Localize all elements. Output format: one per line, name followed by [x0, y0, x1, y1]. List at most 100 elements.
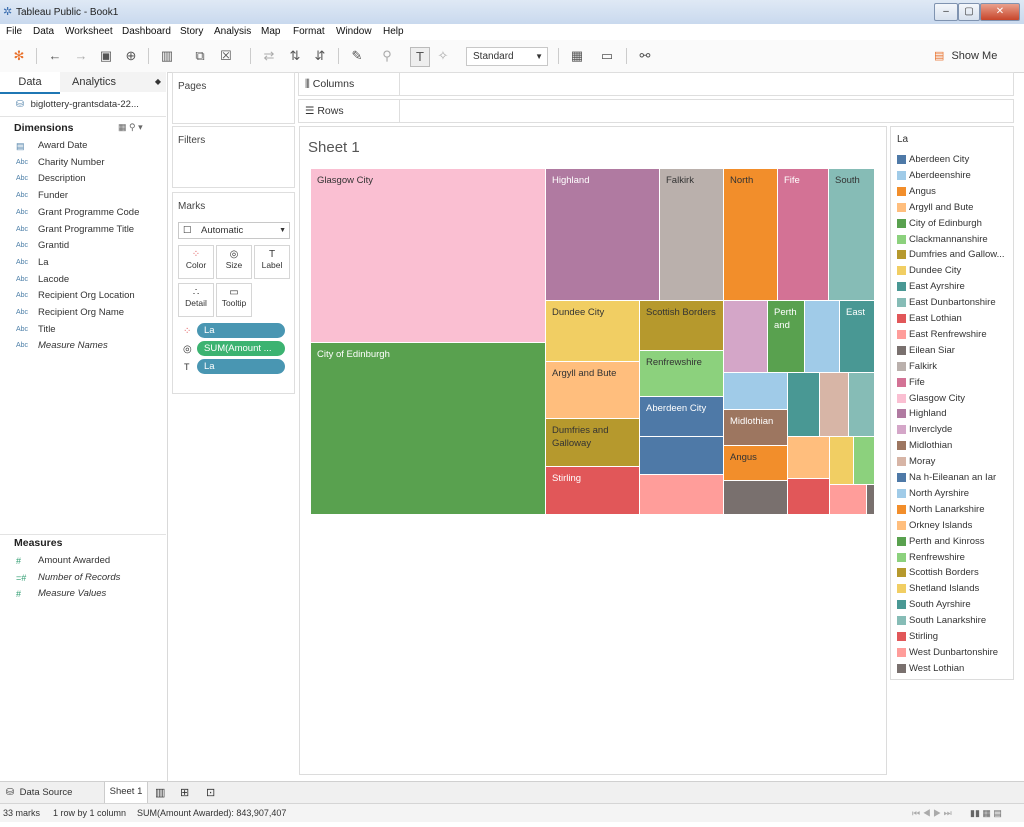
legend-item[interactable]: Inverclyde: [897, 422, 1011, 437]
legend-item[interactable]: City of Edinburgh: [897, 216, 1011, 231]
legend-item[interactable]: Dundee City: [897, 263, 1011, 278]
filters-shelf[interactable]: Filters: [172, 126, 295, 188]
datasource-item[interactable]: ⛁ biglottery-grantsdata-22...: [16, 99, 139, 110]
rows-shelf[interactable]: ☰ Rows: [298, 99, 1014, 123]
view-toggle-icon[interactable]: ▮▮ ▦ ▤: [970, 808, 1002, 819]
clear-sheet-icon[interactable]: ☒: [217, 47, 235, 65]
legend-item[interactable]: Shetland Islands: [897, 581, 1011, 596]
dimension-field[interactable]: Abc Description: [0, 171, 166, 187]
tab-sheet-1[interactable]: Sheet 1: [104, 782, 148, 805]
legend-item[interactable]: East Renfrewshire: [897, 327, 1011, 342]
highlight-icon[interactable]: ✎: [348, 47, 366, 65]
save-icon[interactable]: ▣: [97, 47, 115, 65]
new-worksheet-icon[interactable]: ▥: [158, 47, 176, 65]
treemap-cell[interactable]: [724, 301, 768, 373]
show-me-button[interactable]: ▤ Show Me: [934, 49, 997, 62]
legend-item[interactable]: West Dunbartonshire: [897, 645, 1011, 660]
treemap-cell[interactable]: [788, 373, 820, 437]
dimension-field[interactable]: Abc La: [0, 255, 166, 271]
legend-item[interactable]: East Lothian: [897, 311, 1011, 326]
tooltip-button[interactable]: ▭ Tooltip: [216, 283, 252, 317]
dimension-field[interactable]: Abc Grantid: [0, 238, 166, 254]
dimensions-tools[interactable]: ▦ ⚲ ▾: [118, 122, 143, 133]
share-icon[interactable]: ⚯: [636, 47, 654, 65]
mark-type-select[interactable]: ☐ Automatic ▼: [178, 222, 290, 239]
detail-button[interactable]: ∴ Detail: [178, 283, 214, 317]
new-datasource-icon[interactable]: ⊕: [122, 47, 140, 65]
treemap-cell[interactable]: Highland: [546, 169, 660, 301]
dimension-field[interactable]: Abc Grant Programme Title: [0, 222, 166, 238]
menu-story[interactable]: Story: [180, 26, 203, 37]
dimension-field[interactable]: Abc Grant Programme Code: [0, 205, 166, 221]
presentation-mode-icon[interactable]: ▭: [598, 47, 616, 65]
legend-item[interactable]: Na h-Eileanan an Iar: [897, 470, 1011, 485]
legend-item[interactable]: Aberdeen City: [897, 152, 1011, 167]
treemap-cell[interactable]: [849, 373, 875, 437]
redo-icon[interactable]: →: [72, 47, 90, 65]
new-worksheet-icon[interactable]: ▥: [155, 786, 165, 799]
treemap-cell[interactable]: Stirling: [546, 467, 640, 515]
menu-dashboard[interactable]: Dashboard: [122, 26, 171, 37]
dimension-field[interactable]: Abc Lacode: [0, 272, 166, 288]
legend-item[interactable]: West Lothian: [897, 661, 1011, 676]
tableau-home-icon[interactable]: ✻: [10, 47, 28, 65]
legend-item[interactable]: Renfrewshire: [897, 550, 1011, 565]
dimension-field[interactable]: Abc Measure Names: [0, 338, 166, 354]
treemap-cell[interactable]: [788, 437, 830, 479]
menu-file[interactable]: File: [6, 26, 22, 37]
legend-item[interactable]: North Lanarkshire: [897, 502, 1011, 517]
legend-item[interactable]: South Ayrshire: [897, 597, 1011, 612]
legend-item[interactable]: Clackmannanshire: [897, 232, 1011, 247]
menu-map[interactable]: Map: [261, 26, 280, 37]
measure-field[interactable]: =# Number of Records: [0, 570, 166, 586]
show-labels-icon[interactable]: T: [410, 47, 430, 67]
treemap-cell[interactable]: [867, 485, 875, 515]
legend-item[interactable]: Moray: [897, 454, 1011, 469]
maximize-button[interactable]: ▢: [958, 3, 980, 21]
treemap-cell[interactable]: Perth and: [768, 301, 805, 373]
treemap-cell[interactable]: [805, 301, 840, 373]
legend-item[interactable]: Midlothian: [897, 438, 1011, 453]
fit-select[interactable]: Standard ▼: [466, 47, 548, 66]
group-icon[interactable]: ⚲: [378, 47, 396, 65]
measure-field[interactable]: # Measure Values: [0, 586, 166, 602]
legend-item[interactable]: Glasgow City: [897, 391, 1011, 406]
sheet-nav-icon[interactable]: ⏮ ◀ ▶ ⏭: [912, 808, 952, 819]
legend-item[interactable]: Dumfries and Gallow...: [897, 247, 1011, 262]
fix-axes-icon[interactable]: ✧: [434, 47, 452, 65]
treemap-cell[interactable]: Fife: [778, 169, 829, 301]
treemap-cell[interactable]: Aberdeen City: [640, 397, 724, 437]
new-dashboard-icon[interactable]: ⊞: [180, 786, 189, 799]
treemap-cell[interactable]: Falkirk: [660, 169, 724, 301]
minimize-button[interactable]: –: [934, 3, 958, 21]
treemap-cell[interactable]: [724, 481, 788, 515]
legend-item[interactable]: Aberdeenshire: [897, 168, 1011, 183]
menu-analysis[interactable]: Analysis: [214, 26, 251, 37]
pill-color-la[interactable]: La: [197, 323, 285, 338]
legend-item[interactable]: Angus: [897, 184, 1011, 199]
treemap-cell[interactable]: [854, 437, 875, 485]
legend-item[interactable]: Stirling: [897, 629, 1011, 644]
treemap-cell[interactable]: [640, 475, 724, 515]
columns-shelf[interactable]: ⫼ Columns: [298, 72, 1014, 96]
treemap-cell[interactable]: [820, 373, 849, 437]
legend-item[interactable]: East Dunbartonshire: [897, 295, 1011, 310]
treemap-cell[interactable]: Angus: [724, 446, 788, 481]
tab-data[interactable]: Data: [0, 72, 60, 94]
duplicate-sheet-icon[interactable]: ⧉: [191, 47, 209, 65]
treemap-cell[interactable]: Argyll and Bute: [546, 362, 640, 419]
close-button[interactable]: ✕: [980, 3, 1020, 21]
treemap-cell[interactable]: East: [840, 301, 875, 373]
treemap-cell[interactable]: Scottish Borders: [640, 301, 724, 351]
treemap-cell[interactable]: Dumfries and Galloway: [546, 419, 640, 467]
legend-item[interactable]: Scottish Borders: [897, 565, 1011, 580]
treemap-cell[interactable]: Renfrewshire: [640, 351, 724, 397]
sort-descending-icon[interactable]: ⇵: [311, 47, 329, 65]
size-button[interactable]: ◎ Size: [216, 245, 252, 279]
dimension-field[interactable]: Abc Charity Number: [0, 155, 166, 171]
menu-window[interactable]: Window: [336, 26, 372, 37]
treemap-cell[interactable]: North: [724, 169, 778, 301]
dimension-field[interactable]: Abc Funder: [0, 188, 166, 204]
pages-shelf[interactable]: Pages: [172, 72, 295, 124]
menu-worksheet[interactable]: Worksheet: [65, 26, 113, 37]
